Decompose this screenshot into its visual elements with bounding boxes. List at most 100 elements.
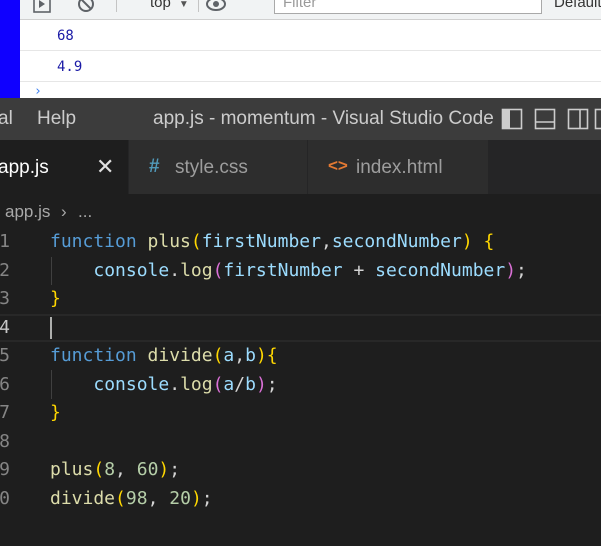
code-token: function	[50, 345, 137, 366]
toggle-primary-sidebar-icon[interactable]	[501, 108, 523, 130]
code-token: ;	[516, 259, 527, 281]
code-token: log	[180, 373, 213, 395]
code-token: ,	[320, 231, 332, 252]
code-token: ,	[147, 487, 170, 509]
line-number: 8	[0, 430, 10, 452]
code-text: function divide(a,b){	[50, 342, 278, 371]
code-line[interactable]: 7}	[0, 399, 601, 428]
toggle-secondary-sidebar-icon[interactable]	[567, 108, 589, 130]
code-token: )	[461, 231, 473, 252]
code-token: 8	[104, 459, 116, 480]
line-number: 0	[0, 487, 10, 509]
code-token: 20	[169, 487, 191, 509]
code-token: secondNumber	[331, 231, 462, 252]
code-line[interactable]: 8	[0, 428, 601, 457]
log-levels-dropdown[interactable]: Default l	[554, 0, 601, 11]
code-line[interactable]: 0 divide(98, 20);	[0, 485, 601, 514]
menu-help[interactable]: Help	[37, 108, 76, 130]
code-line[interactable]: 3}	[0, 285, 601, 314]
code-token: .	[169, 259, 181, 281]
customize-layout-icon[interactable]	[594, 108, 601, 130]
code-token: /	[234, 373, 246, 395]
close-icon[interactable]: ✕	[96, 154, 114, 180]
code-token: firstNumber	[201, 231, 321, 252]
tab-style-css[interactable]: # style.css	[129, 140, 307, 194]
vscode-titlebar: al Help app.js - momentum - Visual Studi…	[0, 98, 601, 140]
code-token: plus	[147, 231, 191, 252]
code-token: )	[255, 345, 267, 366]
code-text: plus(8, 60);	[50, 456, 180, 485]
code-token: (	[93, 459, 105, 480]
tab-label: index.html	[356, 157, 443, 178]
console-prompt-icon[interactable]: ›	[34, 84, 42, 98]
code-token: console	[93, 259, 170, 281]
line-number: 9	[0, 459, 10, 480]
code-text: function plus(firstNumber,secondNumber) …	[50, 228, 494, 257]
code-line[interactable]: 4	[0, 313, 601, 342]
code-token: (	[190, 231, 202, 252]
code-token: }	[50, 288, 61, 309]
code-token: secondNumber	[375, 259, 506, 281]
toolbar-divider	[198, 0, 199, 12]
code-line[interactable]: 2 console.log(firstNumber + secondNumber…	[0, 257, 601, 286]
code-token: divide	[50, 487, 116, 509]
toggle-panel-icon[interactable]	[534, 108, 556, 130]
code-token: console	[93, 373, 170, 395]
code-token: ;	[169, 459, 181, 480]
devtools-console: top ▼ Filter Default l 68 4.9 ›	[0, 0, 601, 98]
css-file-icon: #	[149, 156, 160, 177]
line-number: 6	[0, 373, 10, 395]
line-number: 1	[0, 231, 10, 252]
breadcrumb-symbols[interactable]: ...	[78, 202, 92, 222]
code-token: 98	[125, 487, 148, 509]
code-token: b	[245, 345, 256, 366]
clear-console-icon[interactable]	[76, 0, 96, 14]
sidebar-toggle-icon[interactable]	[32, 0, 52, 14]
code-token: ;	[266, 373, 278, 395]
code-line[interactable]: 9 plus(8, 60);	[0, 456, 601, 485]
code-token: )	[255, 373, 267, 395]
tab-label: app.js	[0, 157, 49, 178]
tab-index-html[interactable]: <> index.html	[308, 140, 488, 194]
code-token: function	[50, 231, 137, 252]
code-editor[interactable]: 1 function plus(firstNumber,secondNumber)…	[0, 228, 601, 546]
code-token: ,	[115, 459, 137, 480]
text-cursor	[50, 316, 52, 339]
background-edge	[0, 0, 20, 98]
code-token: plus	[50, 459, 94, 480]
filter-placeholder: Filter	[283, 0, 317, 11]
code-token: {	[266, 345, 278, 366]
breadcrumb: app.js › ...	[0, 194, 601, 228]
menu-terminal[interactable]: al	[0, 108, 13, 130]
code-text: }	[50, 399, 61, 428]
breadcrumb-separator-icon: ›	[61, 202, 67, 221]
caret-down-icon: ▼	[178, 0, 189, 10]
breadcrumb-file[interactable]: app.js	[5, 202, 50, 222]
live-expression-eye-icon[interactable]	[206, 0, 226, 14]
code-text: }	[50, 285, 61, 314]
console-output-line: 4.9	[20, 52, 601, 82]
code-token: ,	[234, 345, 246, 366]
tab-app-js[interactable]: app.js ✕	[0, 140, 128, 194]
code-line[interactable]: 1 function plus(firstNumber,secondNumber)…	[0, 228, 601, 257]
window-title: app.js - momentum - Visual Studio Code	[153, 108, 494, 129]
line-number: 4	[0, 316, 10, 338]
context-selector[interactable]: top ▼	[150, 0, 189, 11]
line-number: 2	[0, 259, 10, 281]
code-token: )	[190, 487, 202, 509]
console-output-line: 68	[20, 21, 601, 51]
code-token: ;	[201, 487, 213, 509]
line-number: 3	[0, 288, 10, 309]
tab-label: style.css	[175, 157, 248, 178]
code-line[interactable]: 6 console.log(a/b);	[0, 371, 601, 400]
code-token: a	[223, 373, 235, 395]
code-token: (	[212, 373, 224, 395]
code-line[interactable]: 5 function divide(a,b){	[0, 342, 601, 371]
filter-input[interactable]: Filter	[274, 0, 542, 14]
code-token: {	[483, 231, 495, 252]
console-toolbar: top ▼ Filter Default l	[20, 0, 601, 20]
code-token: )	[158, 459, 170, 480]
